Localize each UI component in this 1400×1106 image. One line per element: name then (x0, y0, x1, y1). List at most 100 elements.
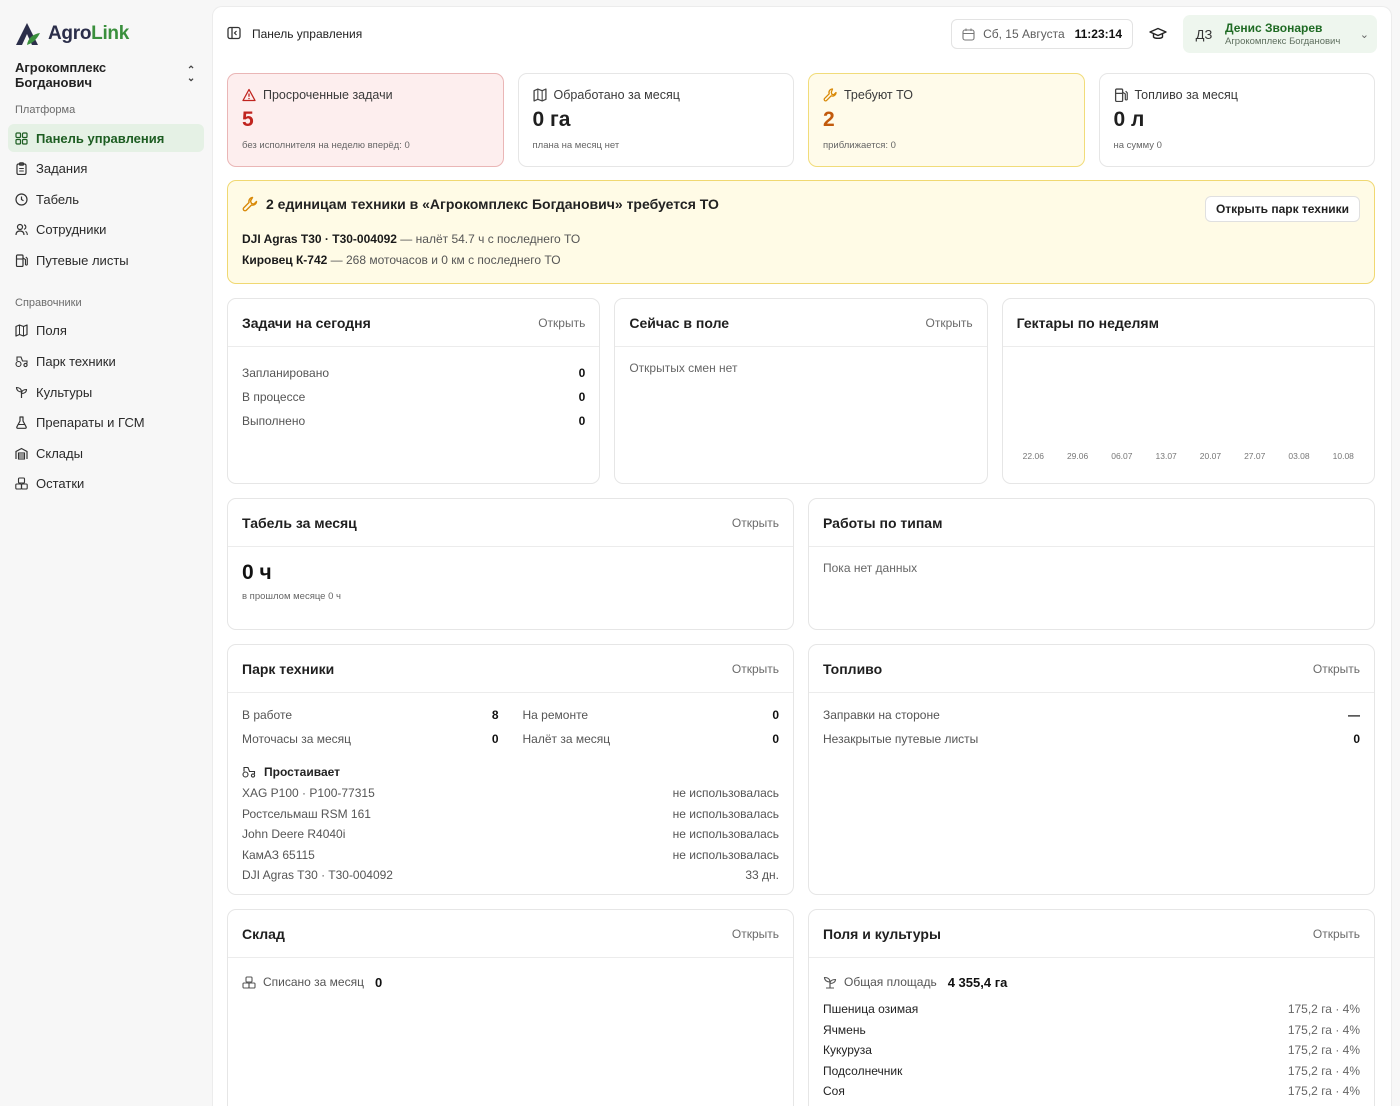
crop-name: Соя (823, 1084, 845, 1099)
x-tick-label: 27.07 (1244, 451, 1266, 461)
open-link[interactable]: Открыть (538, 316, 585, 330)
card-title: Поля и культуры (823, 925, 941, 942)
stat-value: 0 (772, 708, 779, 722)
breadcrumb: Панель управления (252, 27, 363, 41)
equipment-name: Ростсельмаш RSM 161 (242, 806, 371, 821)
fuel-icon (15, 254, 28, 267)
fuel-icon (1114, 88, 1128, 102)
idle-status: не использовалась (672, 786, 779, 801)
idle-equipment-row[interactable]: DJI Agras T30 · T30-004092 33 дн. (242, 865, 779, 886)
task-stat-row: Запланировано 0 (242, 361, 585, 385)
open-link[interactable]: Открыть (732, 662, 779, 676)
clipboard-icon (15, 162, 28, 176)
warehouse-icon (15, 447, 28, 460)
fuel-stat-row: Заправки на стороне — (823, 703, 1360, 727)
kpi-label: Топливо за месяц (1134, 88, 1238, 102)
sidebar-item-1-platform[interactable]: Панель управления (8, 124, 204, 152)
timesheet-value: 0 ч (242, 561, 272, 584)
sidebar-item-3-platform[interactable]: Табель (8, 185, 204, 213)
open-link[interactable]: Открыть (1313, 662, 1360, 676)
card-title: Работы по типам (823, 514, 943, 531)
kpi-label: Просроченные задачи (263, 88, 393, 102)
crop-name: Пшеница озимая (823, 1002, 919, 1017)
kpi-label: Требуют ТО (844, 88, 913, 102)
equipment-name: КамАЗ 65115 (242, 847, 315, 862)
kpi-card[interactable]: Топливо за месяц 0 л на сумму 0 (1098, 73, 1375, 167)
sidebar-item-label: Поля (36, 323, 67, 339)
sidebar-item-5-platform[interactable]: Путевые листы (8, 246, 204, 274)
equipment-name: XAG P100 · P100-77315 (242, 786, 375, 801)
group-references: Справочники (15, 296, 82, 309)
idle-equipment-row[interactable]: Ростсельмаш RSM 161 не использовалась (242, 804, 779, 825)
graduation-cap-icon[interactable] (1147, 27, 1169, 41)
crop-name: Ячмень (823, 1022, 866, 1037)
stat-label: Заправки на стороне (823, 708, 940, 722)
date-time-display: Сб, 15 Августа 11:23:14 (951, 19, 1133, 49)
idle-equipment-row[interactable]: XAG P100 · P100-77315 не использовалась (242, 783, 779, 804)
user-menu[interactable]: ДЗ Денис Звонарев Агрокомплекс Богданови… (1183, 15, 1377, 53)
sidebar-item-label: Путевые листы (36, 252, 129, 268)
boxes-icon (242, 975, 256, 989)
kpi-title: Просроченные задачи (242, 88, 489, 102)
idle-title: Простаивает (264, 765, 341, 779)
sidebar-item-6-ref[interactable]: Остатки (8, 470, 204, 498)
sidebar-item-label: Задания (36, 161, 88, 177)
open-link[interactable]: Открыть (732, 516, 779, 530)
open-link[interactable]: Открыть (732, 927, 779, 941)
idle-status: 33 дн. (745, 868, 779, 883)
logo[interactable]: AgroLink (8, 0, 204, 68)
idle-heading: Простаивает (242, 761, 779, 783)
kpi-card[interactable]: Обработано за месяц 0 га плана на месяц не… (517, 73, 794, 167)
kpi-title: Топливо за месяц (1114, 88, 1361, 102)
crop-area: 175,2 га · 4% (1287, 1063, 1360, 1078)
sidebar-item-1-ref[interactable]: Поля (8, 317, 204, 345)
open-link[interactable]: Открыть (1313, 927, 1360, 941)
card-title: Табель за месяц (242, 514, 357, 531)
x-tick-label: 22.06 (1022, 451, 1044, 461)
idle-equipment-row[interactable]: КамАЗ 65115 не использовалась (242, 845, 779, 866)
kpi-card[interactable]: Просроченные задачи 5 без исполнителя на н… (227, 73, 504, 167)
sidebar-item-label: Культуры (36, 384, 93, 400)
fuel-card: Топливо Открыть Заправки на стороне — Незак… (808, 644, 1375, 895)
stat-label: Налёт за месяц (522, 732, 611, 746)
kpi-value: 2 (823, 108, 835, 131)
topbar: Панель управления Сб, 15 Августа 11:23:1… (213, 7, 1391, 61)
card-title: Гектары по неделям (1016, 314, 1159, 331)
user-name: Денис Звонарев (1225, 21, 1323, 35)
open-fleet-button[interactable]: Открыть парк техники (1204, 196, 1360, 222)
sidebar-item-5-ref[interactable]: Склады (8, 439, 204, 467)
total-area-row: Общая площадь 4 355,4 га (823, 971, 1360, 993)
alert-triangle-icon (242, 88, 256, 102)
kpi-note: плана на месяц нет (532, 140, 620, 151)
sidebar: AgroLink Агрокомплекс Богданович ⌃ ⌄ Плат… (0, 0, 212, 1106)
sidebar-item-3-ref[interactable]: Культуры (8, 378, 204, 406)
sidebar-toggle-icon[interactable] (227, 26, 241, 43)
open-link[interactable]: Открыть (926, 316, 973, 330)
kpi-card[interactable]: Требуют ТО 2 приближается: 0 (808, 73, 1085, 167)
org-name: Агрокомплекс Богданович (15, 60, 107, 90)
sidebar-item-4-platform[interactable]: Сотрудники (8, 216, 204, 244)
task-stat-row: В процессе 0 (242, 385, 585, 409)
logo-text: AgroLink (48, 23, 129, 44)
org-switcher[interactable]: Агрокомплекс Богданович ⌃ ⌄ (8, 60, 204, 90)
stat-label: На ремонте (522, 708, 589, 722)
kpi-value: 0 га (532, 108, 571, 131)
sidebar-item-4-ref[interactable]: Препараты и ГСМ (8, 409, 204, 437)
chevron-down-icon: ⌄ (1359, 28, 1369, 41)
timesheet-note: в прошлом месяце 0 ч (242, 591, 341, 602)
idle-equipment-row[interactable]: John Deere R4040i не использовалась (242, 824, 779, 845)
crop-row: Пшеница озимая 175,2 га · 4% (823, 999, 1360, 1020)
card-title: Топливо (823, 660, 883, 677)
users-icon (15, 223, 28, 236)
time-text: 11:23:14 (1074, 27, 1122, 41)
x-tick-label: 03.08 (1288, 451, 1310, 461)
kpi-note: без исполнителя на неделю вперёд: 0 (242, 140, 410, 151)
crop-name: Кукуруза (823, 1043, 872, 1058)
written-off-value: 0 (374, 974, 383, 990)
sidebar-item-label: Остатки (36, 476, 85, 492)
timesheet-card: Табель за месяц Открыть 0 ч в прошлом мес… (227, 498, 794, 630)
in-field-card: Сейчас в поле Открыть Открытых смен нет (614, 298, 988, 484)
sidebar-item-label: Панель управления (36, 130, 165, 146)
sidebar-item-2-ref[interactable]: Парк техники (8, 348, 204, 376)
sidebar-item-2-platform[interactable]: Задания (8, 155, 204, 183)
